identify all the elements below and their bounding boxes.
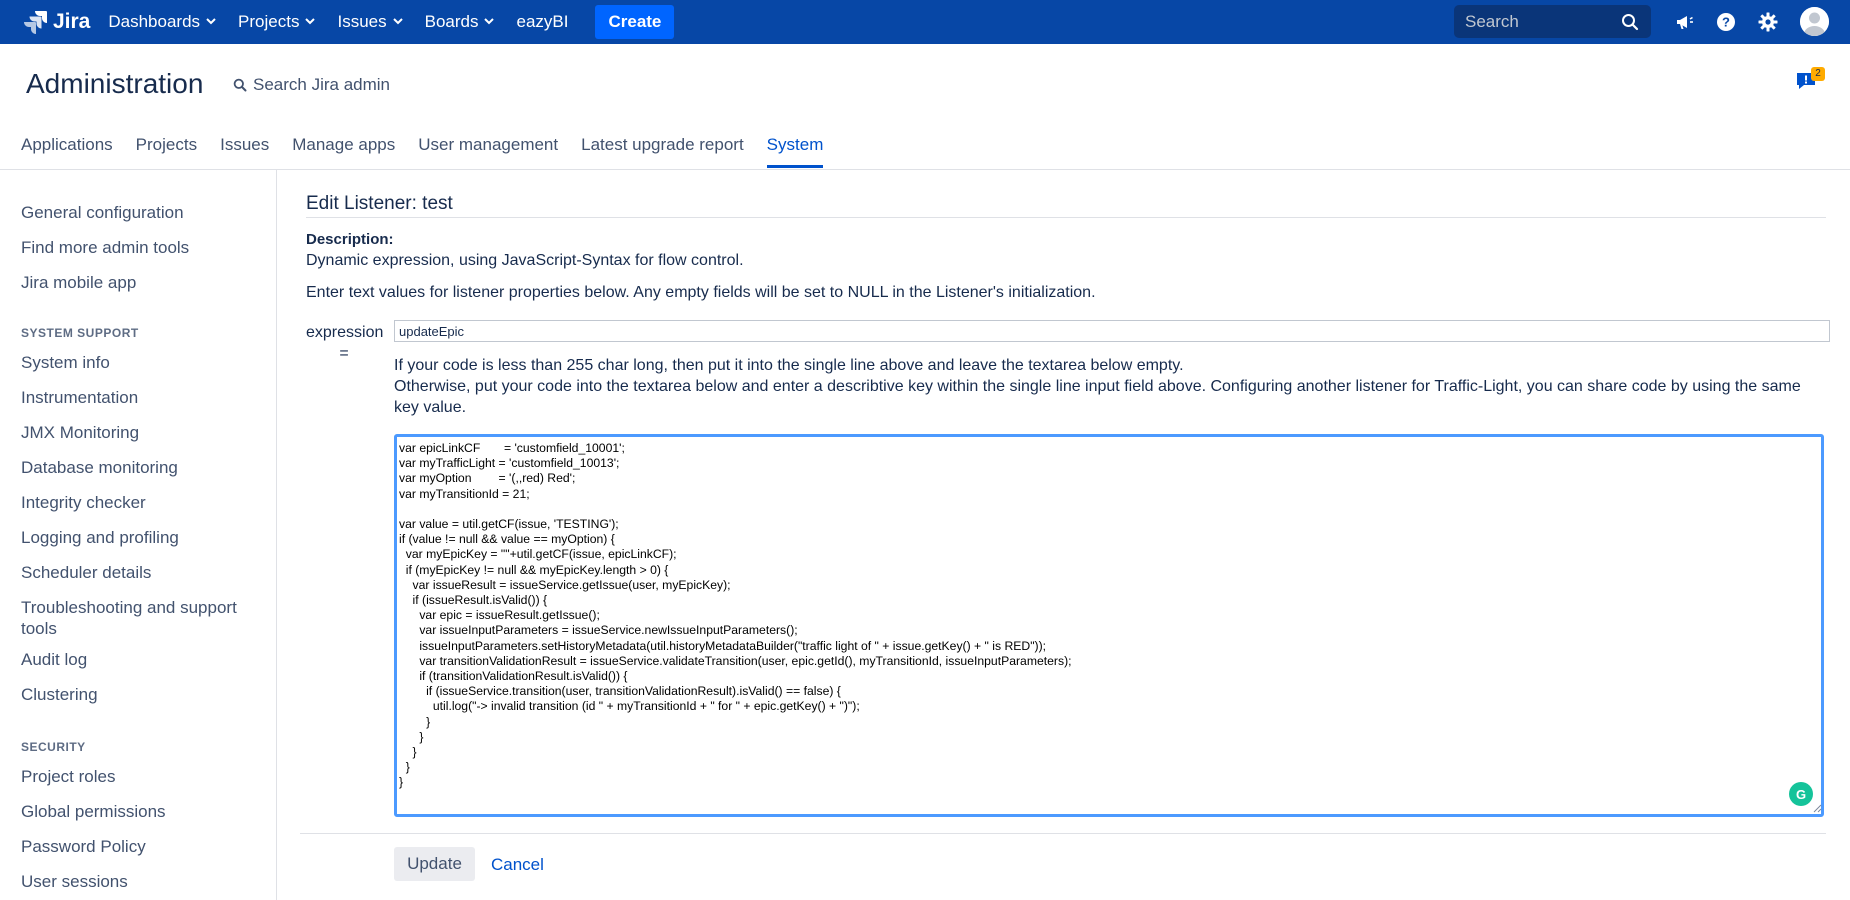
search-jira-admin-link[interactable]: Search Jira admin	[233, 75, 390, 95]
tab-latest-upgrade-report[interactable]: Latest upgrade report	[581, 135, 744, 168]
nav-item-label: Projects	[238, 12, 300, 31]
expression-hint: If your code is less than 255 char long,…	[394, 355, 1814, 418]
sidebar-item-database-monitoring[interactable]: Database monitoring	[21, 457, 261, 478]
edit-listener-heading: Edit Listener: test	[306, 193, 453, 214]
sidebar-item-user-sessions[interactable]: User sessions	[21, 871, 261, 892]
sidebar-item-global-permissions[interactable]: Global permissions	[21, 801, 261, 822]
grammarly-icon[interactable]: G	[1789, 782, 1813, 806]
sidebar-item-password-policy[interactable]: Password Policy	[21, 836, 261, 857]
resize-handle-icon[interactable]	[1812, 803, 1822, 813]
nav-item-label: Issues	[337, 12, 387, 31]
code-textarea[interactable]: var epicLinkCF = 'customfield_10001'; va…	[394, 434, 1824, 817]
nav-item-label: Boards	[424, 12, 479, 31]
section-heading-system-support: SYSTEM SUPPORT	[21, 326, 139, 340]
page-title: Administration	[26, 68, 204, 99]
sidebar-item-audit-log[interactable]: Audit log	[21, 649, 261, 670]
form-divider	[300, 833, 1826, 834]
intro-text: Enter text values for listener propertie…	[306, 284, 1096, 301]
sidebar-item-system-info[interactable]: System info	[21, 352, 261, 373]
admin-tabs: Applications Projects Issues Manage apps Use…	[21, 135, 846, 168]
tab-applications[interactable]: Applications	[21, 135, 113, 168]
sidebar-item-general-configuration[interactable]: General configuration	[21, 202, 261, 223]
section-heading-security: SECURITY	[21, 740, 86, 754]
nav-item-eazybi[interactable]: eazyBI	[516, 12, 568, 32]
tab-manage-apps[interactable]: Manage apps	[292, 135, 395, 168]
cancel-link[interactable]: Cancel	[491, 855, 544, 875]
sidebar-item-clustering[interactable]: Clustering	[21, 684, 261, 705]
sidebar-item-jira-mobile-app[interactable]: Jira mobile app	[21, 272, 261, 293]
jira-logo[interactable]: Jira	[22, 9, 90, 35]
tab-system[interactable]: System	[766, 135, 824, 168]
sidebar-item-logging-and-profiling[interactable]: Logging and profiling	[21, 527, 261, 548]
nav-item-issues[interactable]: Issues	[337, 12, 403, 32]
search-input[interactable]: Search	[1454, 5, 1651, 38]
avatar-icon	[1800, 7, 1829, 36]
update-button[interactable]: Update	[394, 847, 475, 881]
svg-text:?: ?	[1722, 15, 1730, 30]
heading-divider	[306, 217, 1826, 218]
hint-line: If your code is less than 255 char long,…	[394, 357, 1184, 374]
search-icon	[233, 78, 247, 92]
nav-item-boards[interactable]: Boards	[425, 12, 495, 32]
chevron-down-icon	[206, 17, 216, 28]
tab-projects[interactable]: Projects	[136, 135, 197, 168]
settings-gear-icon[interactable]	[1757, 11, 1779, 33]
chevron-down-icon	[392, 17, 403, 28]
nav-item-label: Dashboards	[108, 12, 201, 31]
nav-item-label: eazyBI	[516, 12, 569, 31]
help-icon[interactable]: ?	[1715, 11, 1737, 33]
description-text: Dynamic expression, using JavaScript-Syn…	[306, 252, 744, 269]
nav-item-dashboards[interactable]: Dashboards	[108, 12, 216, 32]
sidebar-item-project-roles[interactable]: Project roles	[21, 766, 261, 787]
sidebar-item-instrumentation[interactable]: Instrumentation	[21, 387, 261, 408]
expression-input[interactable]	[394, 320, 1830, 342]
tabs-divider	[0, 169, 1850, 170]
sidebar-item-integrity-checker[interactable]: Integrity checker	[21, 492, 261, 513]
description-label: Description:	[306, 231, 394, 248]
sidebar-item-troubleshooting-and-support-tools[interactable]: Troubleshooting and support tools	[21, 597, 261, 639]
jira-logo-icon	[24, 11, 47, 34]
create-button[interactable]: Create	[595, 5, 675, 39]
tab-issues[interactable]: Issues	[220, 135, 269, 168]
chevron-down-icon	[305, 17, 316, 28]
sidebar-item-jmx-monitoring[interactable]: JMX Monitoring	[21, 422, 261, 443]
tab-user-management[interactable]: User management	[418, 135, 558, 168]
search-jira-admin-label: Search Jira admin	[253, 75, 391, 94]
notification-count-badge: 2	[1811, 67, 1825, 81]
megaphone-icon[interactable]	[1673, 11, 1695, 33]
sidebar-item-find-more-admin-tools[interactable]: Find more admin tools	[21, 237, 261, 258]
user-avatar[interactable]	[1800, 7, 1829, 36]
sidebar-item-scheduler-details[interactable]: Scheduler details	[21, 562, 261, 583]
chevron-down-icon	[484, 17, 495, 28]
top-navigation: Jira Dashboards Projects Issues Boards eazyB…	[0, 0, 1850, 44]
logo-text: Jira	[53, 10, 91, 33]
admin-sidebar: General configuration Find more admin too…	[0, 170, 277, 900]
expression-label: expression =	[306, 324, 384, 362]
nav-item-projects[interactable]: Projects	[238, 12, 316, 32]
search-icon	[1622, 14, 1639, 31]
search-placeholder: Search	[1465, 11, 1519, 31]
hint-line: Otherwise, put your code into the textar…	[394, 378, 1801, 416]
